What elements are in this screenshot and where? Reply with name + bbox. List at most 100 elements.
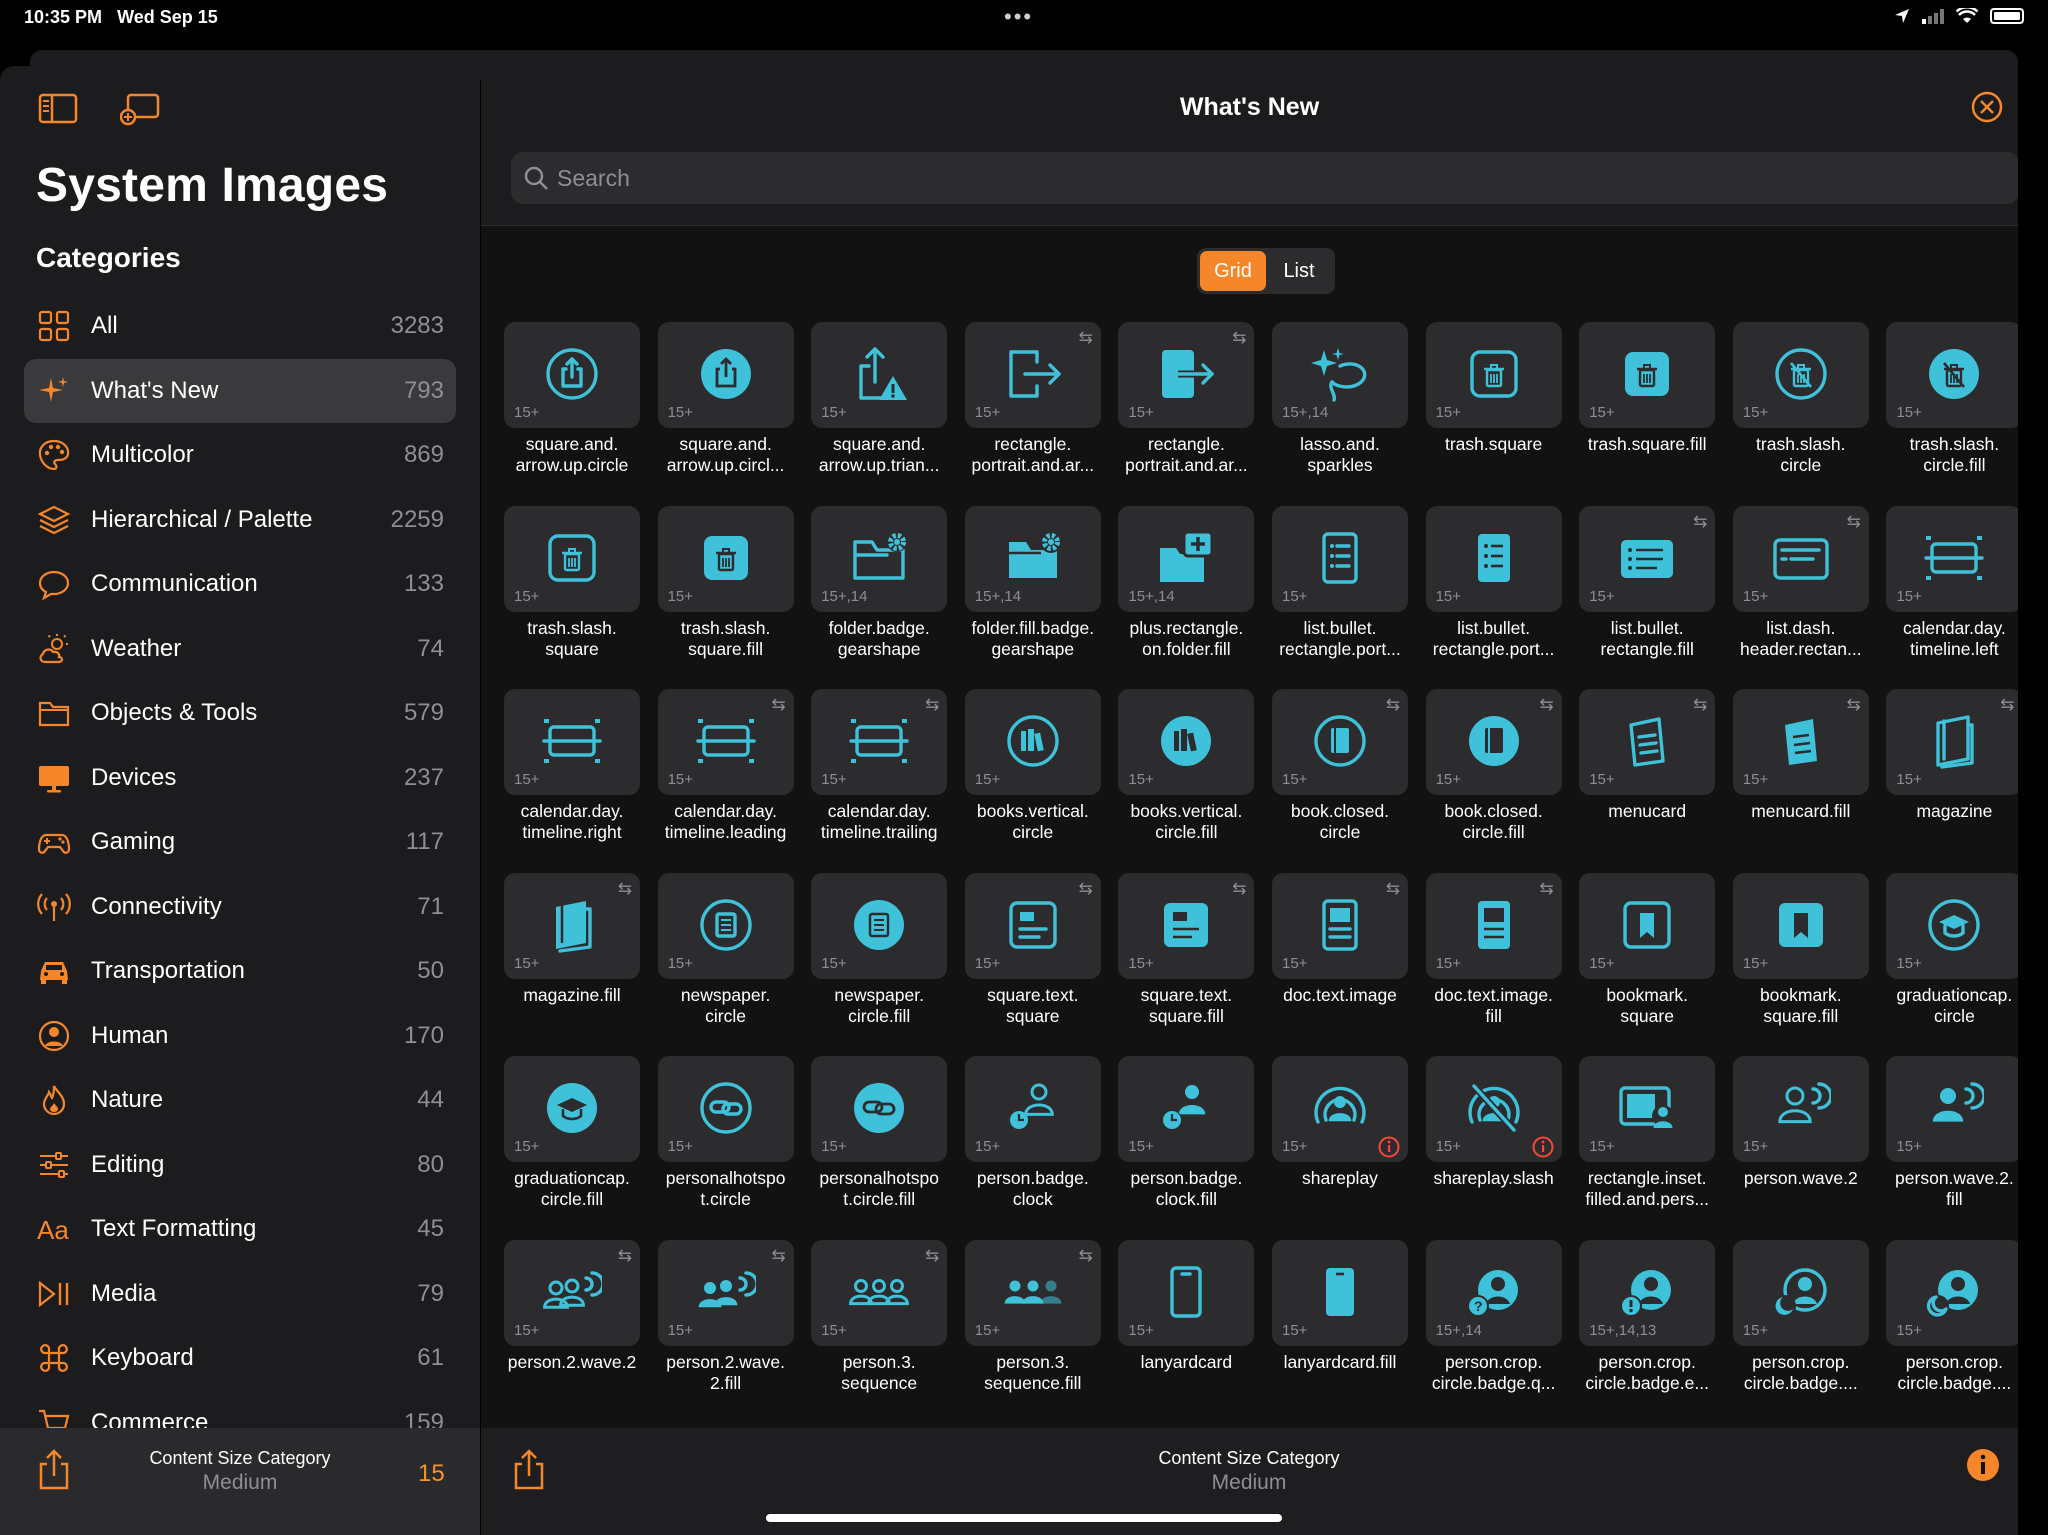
- symbol-tile[interactable]: 15+ ⇆: [1732, 505, 1869, 612]
- symbol-tile[interactable]: 15+: [504, 322, 640, 428]
- symbol-cell[interactable]: 15+ newspaper. circle: [657, 872, 794, 1043]
- multitasking-dots[interactable]: •••: [1004, 4, 1033, 30]
- symbol-cell[interactable]: 15+ shareplay.slash: [1425, 1056, 1562, 1226]
- symbol-cell[interactable]: 15+ ⇆ menucard: [1579, 689, 1716, 859]
- sidebar-item-transportation[interactable]: Transportation 50: [24, 939, 456, 1003]
- symbol-tile[interactable]: 15+ ⇆: [1272, 689, 1408, 795]
- symbol-tile[interactable]: 15+: [1886, 872, 2018, 979]
- symbol-tile[interactable]: 15+: [1272, 1239, 1408, 1346]
- symbol-cell[interactable]: 15+,14 lasso.and. sparkles: [1272, 322, 1408, 492]
- symbol-tile[interactable]: 15+: [1732, 1239, 1869, 1346]
- symbol-tile[interactable]: 15+ ⇆: [964, 322, 1101, 428]
- symbol-tile[interactable]: 15+: [657, 1056, 794, 1162]
- symbol-tile[interactable]: 15+: [1425, 322, 1562, 428]
- symbol-tile[interactable]: 15+: [1886, 322, 2018, 428]
- symbol-cell[interactable]: 15+ ⇆ list.dash. header.rectan...: [1732, 505, 1869, 676]
- symbol-cell[interactable]: 15+ personalhotspo t.circle.fill: [811, 1056, 948, 1226]
- symbol-cell[interactable]: 15+ ⇆ calendar.day. timeline.trailing: [811, 689, 948, 859]
- content-size-category[interactable]: Content Size Category Medium: [100, 1448, 380, 1495]
- symbol-tile[interactable]: 15+: [1272, 505, 1408, 612]
- content-size-category[interactable]: Content Size Category Medium: [1109, 1448, 1389, 1495]
- symbol-tile[interactable]: 15+: [811, 1056, 948, 1162]
- symbol-cell[interactable]: 15+ square.and. arrow.up.trian...: [811, 322, 948, 492]
- symbol-cell[interactable]: 15+ rectangle.inset. filled.and.pers...: [1579, 1056, 1716, 1226]
- info-icon[interactable]: [1966, 1448, 2000, 1482]
- symbol-cell[interactable]: 15+ lanyardcard.fill: [1272, 1239, 1408, 1410]
- symbol-tile[interactable]: 15+: [1732, 1056, 1869, 1162]
- symbol-tile[interactable]: 15+ ⇆: [504, 872, 640, 979]
- sidebar-item-connectivity[interactable]: Connectivity 71: [24, 875, 456, 939]
- symbol-cell[interactable]: 15+ trash.slash. circle: [1732, 322, 1869, 492]
- sidebar-item-what-s-new[interactable]: What's New 793: [24, 358, 456, 423]
- symbol-tile[interactable]: 15+ ⇆: [964, 872, 1101, 979]
- symbol-tile[interactable]: 15+ ⇆: [1579, 505, 1716, 612]
- symbol-tile[interactable]: 15+ ⇆: [1886, 689, 2018, 795]
- sidebar-item-weather[interactable]: Weather 74: [24, 617, 456, 681]
- symbol-tile[interactable]: 15+: [811, 872, 948, 979]
- symbol-cell[interactable]: 15+ calendar.day. timeline.left: [1886, 505, 2018, 676]
- symbol-tile[interactable]: 15+: [504, 1056, 640, 1162]
- symbol-tile[interactable]: 15+,14: [1272, 322, 1408, 428]
- symbol-tile[interactable]: 15+: [1425, 1056, 1562, 1162]
- symbol-cell[interactable]: 15+ person.wave.2. fill: [1886, 1056, 2018, 1226]
- symbol-tile[interactable]: 15+: [657, 505, 794, 612]
- symbol-cell[interactable]: 15+ ⇆ person.3. sequence.fill: [964, 1239, 1101, 1410]
- symbol-cell[interactable]: 15+ person.badge. clock: [964, 1056, 1101, 1226]
- symbol-cell[interactable]: 15+ ⇆ person.2.wave. 2.fill: [657, 1239, 794, 1410]
- symbol-cell[interactable]: 15+ graduationcap. circle.fill: [504, 1056, 640, 1226]
- sidebar-item-objects-tools[interactable]: Objects & Tools 579: [24, 681, 456, 745]
- symbol-cell[interactable]: 15+ trash.square: [1425, 322, 1562, 492]
- sidebar-item-devices[interactable]: Devices 237: [24, 746, 456, 810]
- symbol-tile[interactable]: 15+: [1118, 1239, 1255, 1346]
- symbol-cell[interactable]: 15+ trash.slash. square.fill: [657, 505, 794, 676]
- sidebar-toggle-icon[interactable]: [38, 92, 78, 126]
- search-bar[interactable]: [511, 152, 2018, 204]
- symbol-cell[interactable]: 15+ lanyardcard: [1118, 1239, 1255, 1410]
- symbol-tile[interactable]: 15+ ⇆: [657, 1239, 794, 1346]
- sidebar-item-human[interactable]: Human 170: [24, 1004, 456, 1068]
- symbol-cell[interactable]: 15+ trash.slash. circle.fill: [1886, 322, 2018, 492]
- symbol-tile[interactable]: 15+ ⇆: [504, 1239, 640, 1346]
- sidebar-item-keyboard[interactable]: Keyboard 61: [24, 1326, 456, 1390]
- symbol-cell[interactable]: 15+ ⇆ square.text. square: [964, 872, 1101, 1043]
- symbol-cell[interactable]: 15+ shareplay: [1272, 1056, 1408, 1226]
- symbol-tile[interactable]: 15+ ⇆: [811, 689, 948, 795]
- symbol-tile[interactable]: 15+: [1579, 1056, 1716, 1162]
- symbol-tile[interactable]: 15+: [657, 322, 794, 428]
- symbol-tile[interactable]: 15+: [1886, 1239, 2018, 1346]
- symbol-cell[interactable]: 15+ ⇆ rectangle. portrait.and.ar...: [1118, 322, 1255, 492]
- symbol-tile[interactable]: 15+ ⇆: [811, 1239, 948, 1346]
- symbol-cell[interactable]: 15+ square.and. arrow.up.circle: [504, 322, 640, 492]
- symbol-tile[interactable]: 15+: [964, 1056, 1101, 1162]
- symbol-cell[interactable]: 15+ trash.square.fill: [1579, 322, 1716, 492]
- symbol-cell[interactable]: 15+ trash.slash. square: [504, 505, 640, 676]
- symbol-tile[interactable]: 15+: [1579, 872, 1716, 979]
- symbol-tile[interactable]: 15+ ⇆: [1425, 872, 1562, 979]
- symbol-cell[interactable]: 15+ ⇆ list.bullet. rectangle.fill: [1579, 505, 1716, 676]
- home-indicator[interactable]: [766, 1514, 1282, 1522]
- symbol-cell[interactable]: 15+,14 plus.rectangle. on.folder.fill: [1118, 505, 1255, 676]
- sidebar-item-text-formatting[interactable]: Aa Text Formatting 45: [24, 1197, 456, 1261]
- symbol-tile[interactable]: 15+: [1272, 1056, 1408, 1162]
- symbol-cell[interactable]: 15+ ⇆ person.3. sequence: [811, 1239, 948, 1410]
- symbol-tile[interactable]: 15+: [811, 322, 948, 428]
- symbol-tile[interactable]: 15+ ⇆: [1425, 689, 1562, 795]
- symbol-tile[interactable]: 15+: [1118, 689, 1255, 795]
- segment-grid[interactable]: Grid: [1200, 251, 1266, 291]
- symbol-cell[interactable]: 15+ bookmark. square.fill: [1732, 872, 1869, 1043]
- sidebar-item-gaming[interactable]: Gaming 117: [24, 810, 456, 874]
- symbol-tile[interactable]: 15+ ⇆: [657, 689, 794, 795]
- share-icon[interactable]: [511, 1448, 547, 1492]
- symbol-cell[interactable]: 15+ ⇆ book.closed. circle: [1272, 689, 1408, 859]
- symbol-cell[interactable]: 15+ ⇆ square.text. square.fill: [1118, 872, 1255, 1043]
- symbol-tile[interactable]: 15+: [1425, 505, 1562, 612]
- symbol-tile[interactable]: 15+: [504, 689, 640, 795]
- symbol-tile[interactable]: 15+,14: [811, 505, 948, 612]
- symbol-tile[interactable]: 15+: [657, 872, 794, 979]
- symbol-cell[interactable]: 15+ ⇆ magazine: [1886, 689, 2018, 859]
- symbol-tile[interactable]: 15+: [1579, 322, 1716, 428]
- close-icon[interactable]: [1970, 90, 2004, 124]
- share-icon[interactable]: [36, 1448, 72, 1492]
- new-window-icon[interactable]: [120, 92, 160, 126]
- symbol-cell[interactable]: 15+ person.crop. circle.badge....: [1732, 1239, 1869, 1410]
